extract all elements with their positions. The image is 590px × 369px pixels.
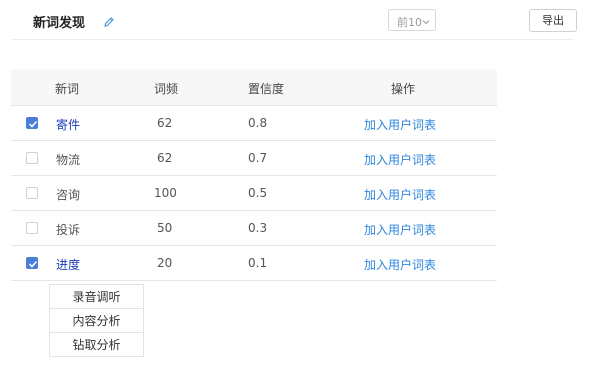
page-title: 新词发现 [33, 16, 86, 31]
word-cell: 投诉 [56, 223, 81, 237]
frequency-cell: 62 [157, 116, 173, 130]
word-cell: 进度 [56, 258, 81, 272]
top-n-select[interactable]: 前10 [388, 9, 436, 31]
confidence-cell: 0.8 [248, 116, 268, 130]
table-row: 物流 62 0.7 加入用户词表 [11, 140, 497, 175]
context-menu: 录音调听 内容分析 钻取分析 [49, 284, 144, 357]
menu-item-recording-playback[interactable]: 录音调听 [49, 284, 144, 309]
confidence-cell: 0.1 [248, 256, 268, 270]
word-cell: 寄件 [56, 118, 81, 132]
top-n-value: 前10 [397, 16, 422, 29]
table-row: 进度 20 0.1 加入用户词表 [11, 245, 497, 281]
row-checkbox[interactable] [26, 257, 38, 269]
frequency-cell: 62 [157, 151, 173, 165]
row-checkbox[interactable] [26, 152, 38, 164]
table-row: 投诉 50 0.3 加入用户词表 [11, 210, 497, 245]
confidence-cell: 0.3 [248, 221, 268, 235]
new-words-table: 新词 词频 置信度 操作 寄件 62 0.8 加入用户词表 物流 62 0.7 加入用户词表咨… [11, 69, 497, 281]
frequency-cell: 20 [157, 256, 173, 270]
confidence-cell: 0.5 [248, 186, 268, 200]
pencil-icon[interactable] [103, 13, 115, 27]
menu-item-drilldown-analysis[interactable]: 钻取分析 [49, 333, 144, 357]
row-checkbox[interactable] [26, 117, 38, 129]
add-to-user-dict-link[interactable]: 加入用户词表 [364, 151, 436, 168]
column-header-word: 新词 [55, 82, 80, 96]
column-header-action: 操作 [391, 82, 416, 96]
column-header-confidence: 置信度 [248, 82, 285, 96]
column-header-frequency: 词频 [154, 82, 179, 96]
header-divider [12, 39, 574, 40]
add-to-user-dict-link[interactable]: 加入用户词表 [364, 256, 436, 273]
table-row: 寄件 62 0.8 加入用户词表 [11, 105, 497, 140]
add-to-user-dict-link[interactable]: 加入用户词表 [364, 186, 436, 203]
confidence-cell: 0.7 [248, 151, 268, 165]
table-row: 咨询 100 0.5 加入用户词表 [11, 175, 497, 210]
add-to-user-dict-link[interactable]: 加入用户词表 [364, 221, 436, 238]
frequency-cell: 50 [157, 221, 173, 235]
chevron-down-icon [422, 16, 430, 25]
add-to-user-dict-link[interactable]: 加入用户词表 [364, 116, 436, 133]
row-checkbox[interactable] [26, 187, 38, 199]
page-header: 新词发现 前10 导出 [0, 0, 590, 40]
word-cell: 物流 [56, 153, 81, 167]
export-button[interactable]: 导出 [529, 9, 577, 32]
menu-item-content-analysis[interactable]: 内容分析 [49, 309, 144, 333]
word-cell: 咨询 [56, 188, 81, 202]
frequency-cell: 100 [154, 186, 177, 200]
table-header: 新词 词频 置信度 操作 [11, 69, 497, 105]
row-checkbox[interactable] [26, 222, 38, 234]
